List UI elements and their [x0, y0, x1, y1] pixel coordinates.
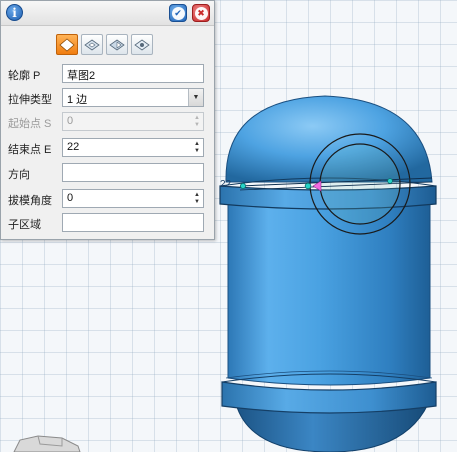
spinner-arrows-icon[interactable]: ▲ ▼ [192, 190, 202, 207]
draft-angle-row: 拔模角度 0 ▲ ▼ [1, 189, 214, 209]
end-point-value: 22 [67, 141, 80, 153]
extrude-type-label: 拉伸类型 [8, 94, 52, 106]
extrude-new-button[interactable] [131, 34, 153, 55]
draft-angle-label: 拔模角度 [8, 195, 52, 207]
capsule-body [227, 191, 431, 386]
extrude-intersect-icon [109, 39, 125, 50]
profile-value: 草图2 [67, 70, 96, 82]
draft-angle-input[interactable]: 0 ▲ ▼ [62, 189, 204, 208]
chevron-down-icon[interactable]: ▼ [188, 89, 203, 106]
start-point-input: 0 ▲ ▼ [62, 112, 204, 131]
cancel-button[interactable]: ✖ [192, 4, 210, 22]
extrude-new-icon [134, 39, 150, 50]
start-point-row: 起始点 S 0 ▲ ▼ [1, 112, 214, 132]
extrude-type-select[interactable]: 1 边 ▼ [62, 88, 204, 107]
direction-label: 方向 [8, 169, 30, 181]
end-point-label: 结束点 E [8, 144, 52, 156]
spinner-arrows-icon: ▲ ▼ [194, 114, 200, 128]
direction-row: 方向 [1, 163, 214, 183]
extrude-mode-toolbar [56, 34, 153, 57]
profile-label: 轮廓 P [8, 70, 41, 82]
dimension-label[interactable]: 22 [220, 179, 231, 190]
sub-region-row: 子区域 [1, 213, 214, 233]
extrude-type-row: 拉伸类型 1 边 ▼ [1, 88, 214, 108]
draft-angle-value: 0 [67, 192, 74, 204]
start-point-label: 起始点 S [8, 118, 52, 130]
dialog-titlebar: i ✔ ✖ [1, 1, 214, 26]
extrude-add-icon [59, 37, 75, 52]
extrude-intersect-button[interactable] [106, 34, 128, 55]
ok-button[interactable]: ✔ [169, 4, 187, 22]
start-point-value: 0 [67, 115, 74, 127]
sub-region-label: 子区域 [8, 219, 41, 231]
sketch-circles [309, 133, 411, 235]
end-point-row: 结束点 E 22 ▲ ▼ [1, 138, 214, 158]
extrude-type-value: 1 边 [67, 94, 88, 106]
extrude-dialog: i ✔ ✖ 轮廓 P 草图2 拉伸类型 1 边 ▼ 起始点 S 0 ▲ ▼ 结束… [0, 0, 215, 240]
profile-field[interactable]: 草图2 [62, 64, 204, 83]
check-icon: ✔ [171, 6, 185, 20]
info-icon[interactable]: i [6, 4, 23, 21]
extrude-add-button[interactable] [56, 34, 78, 55]
grey-block-model [13, 435, 81, 452]
end-point-input[interactable]: 22 ▲ ▼ [62, 138, 204, 157]
spinner-arrows-icon[interactable]: ▲ ▼ [192, 139, 202, 156]
close-icon: ✖ [194, 6, 208, 20]
direction-field[interactable] [62, 163, 204, 182]
profile-row: 轮廓 P 草图2 [1, 64, 214, 84]
extrude-cut-button[interactable] [81, 34, 103, 55]
extrude-cut-icon [84, 39, 100, 50]
sub-region-field[interactable] [62, 213, 204, 232]
